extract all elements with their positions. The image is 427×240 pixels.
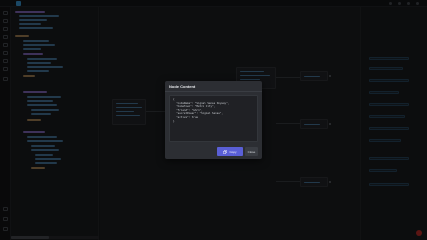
dialog-title: Node Content bbox=[169, 84, 196, 89]
app-window: Node Content { "nodeName": "Signal Sense… bbox=[0, 0, 427, 240]
json-content: { "nodeName": "Signal Sense Skyway", "ho… bbox=[173, 98, 230, 123]
copy-icon bbox=[223, 149, 228, 154]
node-content-dialog: Node Content { "nodeName": "Signal Sense… bbox=[165, 81, 262, 159]
close-button-label: Close bbox=[247, 149, 256, 154]
copy-button[interactable]: Copy bbox=[217, 147, 243, 156]
copy-button-label: Copy bbox=[229, 149, 237, 154]
divider bbox=[165, 91, 262, 92]
json-content-box[interactable]: { "nodeName": "Signal Sense Skyway", "ho… bbox=[169, 95, 258, 142]
close-button[interactable]: Close bbox=[245, 147, 258, 156]
